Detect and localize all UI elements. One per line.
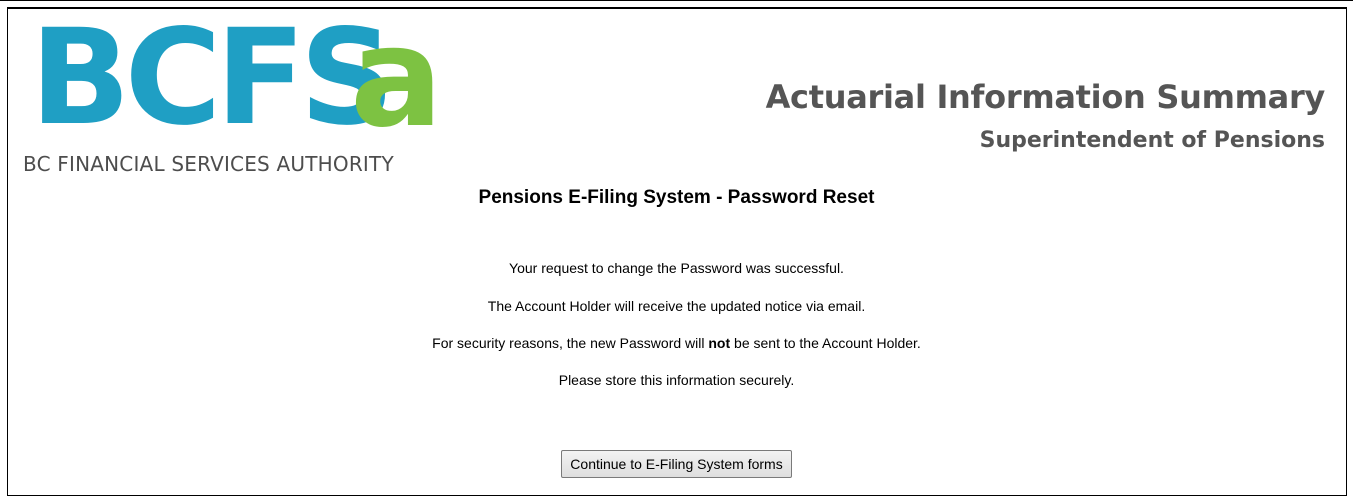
top-border-line	[0, 0, 1353, 1]
success-message: Your request to change the Password was …	[509, 260, 844, 276]
security-message: For security reasons, the new Password w…	[0, 335, 1353, 351]
continue-button[interactable]: Continue to E-Filing System forms	[561, 450, 792, 478]
page-heading: Pensions E-Filing System - Password Rese…	[478, 187, 875, 208]
logo-full-name: BC FINANCIAL SERVICES AUTHORITY	[23, 152, 394, 176]
store-securely-message: Please store this information securely.	[558, 372, 795, 388]
security-message-part1: For security reasons, the new Password w…	[432, 335, 709, 351]
button-row: Continue to E-Filing System forms	[0, 450, 1353, 478]
security-message-emphasis: not	[708, 335, 731, 351]
security-message-part2: be sent to the Account Holder.	[730, 335, 921, 351]
bcfsa-logo: BCFS a	[30, 23, 450, 153]
app-title: Actuarial Information Summary	[765, 78, 1326, 116]
email-notice-message: The Account Holder will receive the upda…	[487, 298, 866, 314]
logo-wordmark-main: BCFS	[30, 23, 389, 153]
logo-wordmark-accent: a	[350, 23, 443, 153]
app-subtitle: Superintendent of Pensions	[979, 128, 1325, 153]
